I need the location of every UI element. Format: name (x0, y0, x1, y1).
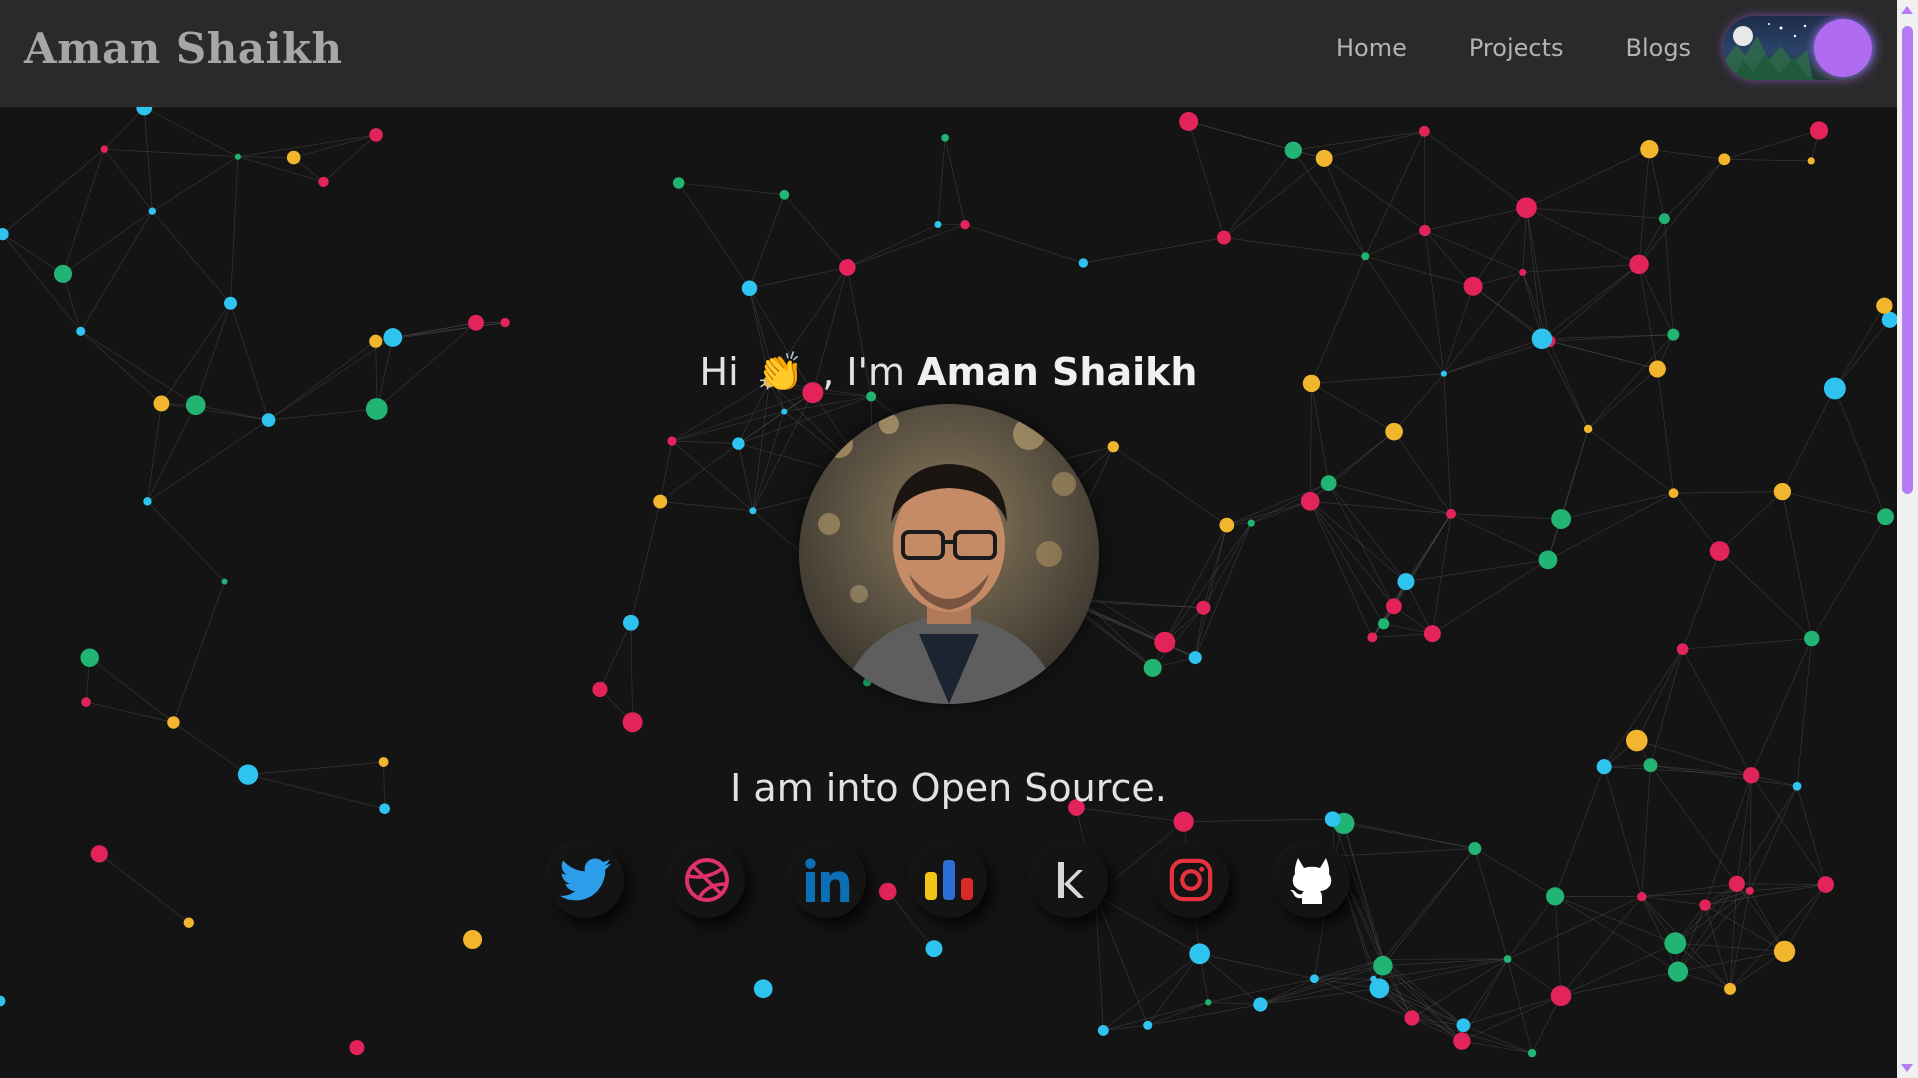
dribbble-link[interactable] (669, 842, 745, 918)
linkedin-link[interactable] (790, 842, 866, 918)
toggle-knob[interactable] (1814, 19, 1872, 77)
stackshare-link[interactable] (911, 842, 987, 918)
stackshare-icon (925, 860, 973, 900)
dribbble-icon (685, 858, 729, 902)
instagram-icon (1169, 858, 1213, 902)
instagram-link[interactable] (1153, 842, 1229, 918)
nav-links: Home Projects Blogs (1336, 34, 1753, 62)
nav-home-link[interactable]: Home (1336, 34, 1407, 62)
hero-section: Hi 👏 , I'm Aman Shaikh I am into Open So… (0, 0, 1897, 1078)
nav-blogs-link[interactable]: Blogs (1626, 34, 1692, 62)
profile-avatar (799, 404, 1099, 704)
profile-photo (799, 404, 1099, 704)
brand-logo[interactable]: Aman Shaikh (24, 24, 343, 73)
scroll-up-arrow-icon[interactable] (1901, 6, 1913, 14)
scroll-down-arrow-icon[interactable] (1901, 1064, 1913, 1072)
greeting-prefix: Hi (699, 350, 739, 394)
linkedin-icon (805, 858, 850, 902)
hero-tagline: I am into Open Source. (730, 766, 1167, 810)
page: Aman Shaikh Home Projects Blogs Hi 👏 , I… (0, 0, 1918, 1078)
nav-projects-link[interactable]: Projects (1469, 34, 1564, 62)
greeting-mid: , I'm (822, 350, 906, 394)
kaggle-link[interactable] (1032, 842, 1108, 918)
hero-name: Aman Shaikh (917, 350, 1198, 394)
kaggle-icon (1058, 862, 1084, 898)
twitter-icon (560, 858, 612, 901)
clapping-hands-icon: 👏 (756, 350, 805, 394)
moon-icon (1733, 26, 1753, 46)
github-icon (1290, 858, 1332, 904)
scrollbar-thumb[interactable] (1902, 26, 1913, 494)
theme-toggle[interactable] (1723, 16, 1876, 80)
greeting-heading: Hi 👏 , I'm Aman Shaikh (0, 350, 1897, 395)
twitter-link[interactable] (548, 842, 624, 918)
github-link[interactable] (1274, 842, 1350, 918)
navbar: Aman Shaikh Home Projects Blogs (0, 0, 1897, 107)
page-scrollbar[interactable] (1897, 0, 1918, 1078)
social-links (548, 842, 1395, 918)
